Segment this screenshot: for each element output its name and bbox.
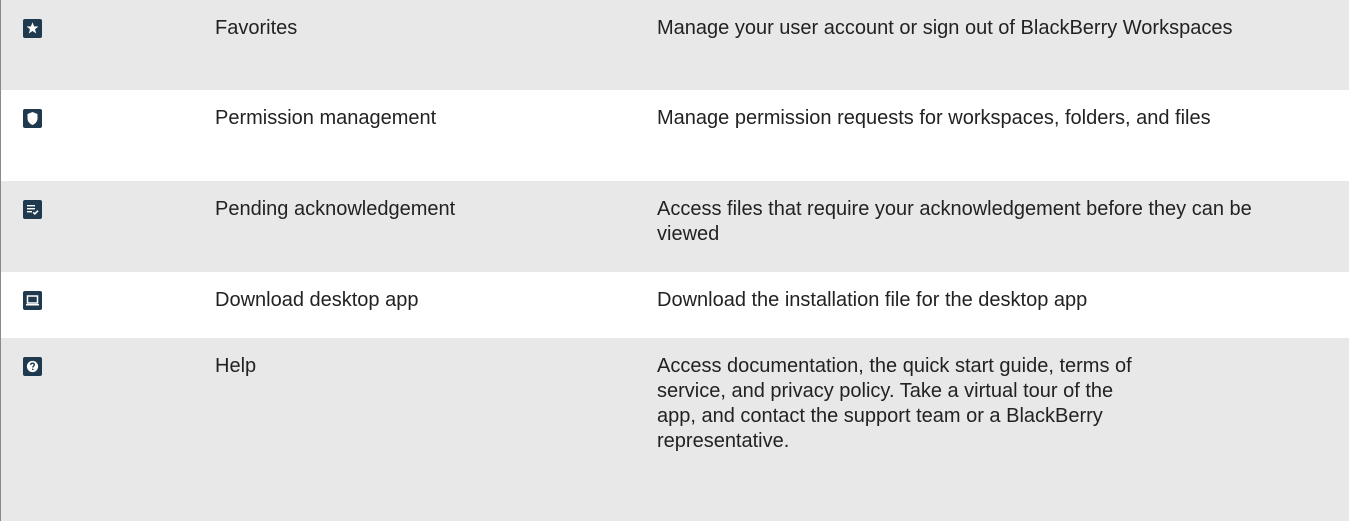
help-icon [23,357,42,376]
feature-description: Manage your user account or sign out of … [657,17,1233,39]
table-row: Pending acknowledgement Access files tha… [1,181,1349,272]
features-table: Favorites Manage your user account or si… [0,0,1349,521]
feature-name: Download desktop app [215,289,419,311]
feature-description: Access documentation, the quick start gu… [657,355,1132,452]
table-row: Permission management Manage permission … [1,90,1349,181]
feature-description: Download the installation file for the d… [657,289,1088,311]
feature-name: Help [215,355,257,377]
feature-description: Manage permission requests for workspace… [657,107,1211,129]
feature-name: Pending acknowledgement [215,198,456,220]
checklist-icon [23,200,42,219]
table-row: Help Access documentation, the quick sta… [1,338,1349,521]
table-row: Favorites Manage your user account or si… [1,0,1349,90]
feature-name: Favorites [215,17,298,39]
laptop-icon [23,291,42,310]
feature-name: Permission management [215,107,437,129]
shield-icon [23,109,42,128]
star-icon [23,19,42,38]
table-row: Download desktop app Download the instal… [1,272,1349,338]
feature-description: Access files that require your acknowled… [657,198,1252,245]
